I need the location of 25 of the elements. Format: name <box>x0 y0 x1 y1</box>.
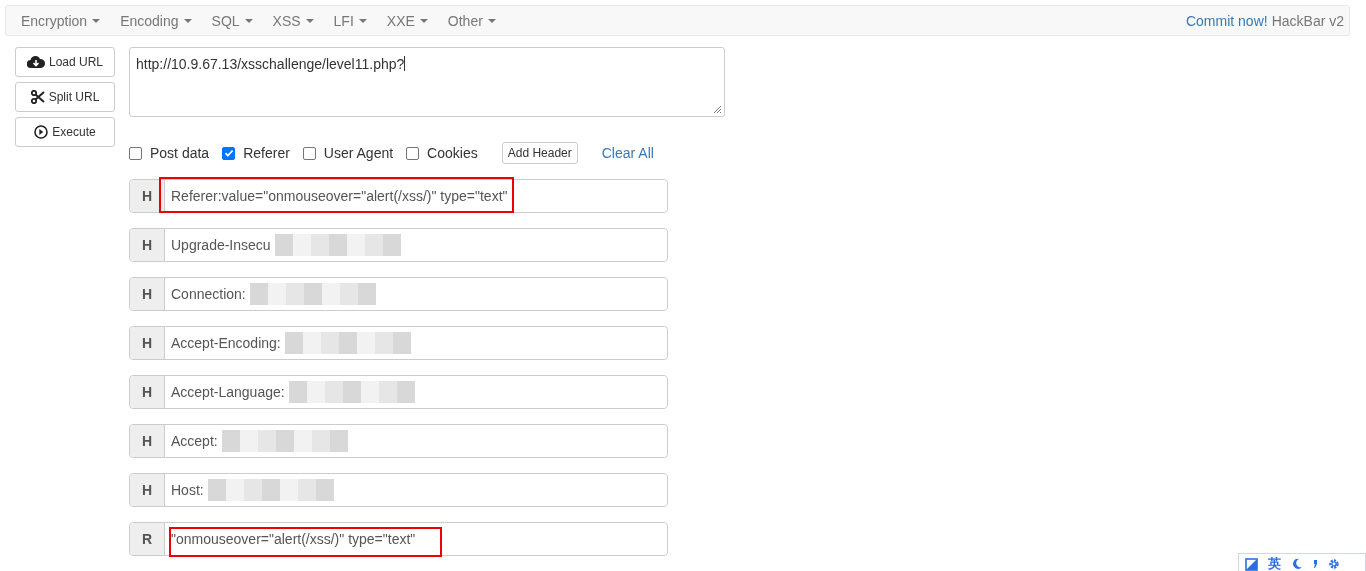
execute-button[interactable]: Execute <box>15 117 115 147</box>
brand-label: HackBar v2 <box>1271 12 1344 29</box>
commit-link[interactable]: Commit now! <box>1185 12 1268 29</box>
ime-mode-label[interactable]: 英 <box>1268 555 1281 571</box>
resize-grip-icon <box>712 104 722 114</box>
moon-icon <box>1291 558 1303 570</box>
checkbox[interactable] <box>222 146 236 160</box>
comma-icon <box>1313 559 1318 569</box>
add-header-button[interactable]: Add Header <box>501 142 578 164</box>
scissors-icon <box>30 90 45 104</box>
url-field[interactable]: http://10.9.67.13/xsschallenge/level11.php? <box>129 47 725 117</box>
clear-all-link[interactable]: Clear All <box>601 145 654 161</box>
checkbox-icon <box>1245 557 1258 571</box>
checkbox[interactable] <box>302 146 316 160</box>
checkbox[interactable] <box>406 146 420 160</box>
option-label: Post data <box>150 145 210 161</box>
play-icon <box>34 125 49 139</box>
gear-icon <box>1328 558 1340 570</box>
checkbox[interactable] <box>129 146 142 160</box>
load-button[interactable]: Load URL <box>15 47 115 77</box>
option-label: Cookies <box>427 145 478 161</box>
split-button[interactable]: Split URL <box>15 82 115 112</box>
cloud-download-icon <box>26 55 45 69</box>
option-label: User Agent <box>323 145 394 161</box>
option-label: Referer <box>243 145 290 161</box>
